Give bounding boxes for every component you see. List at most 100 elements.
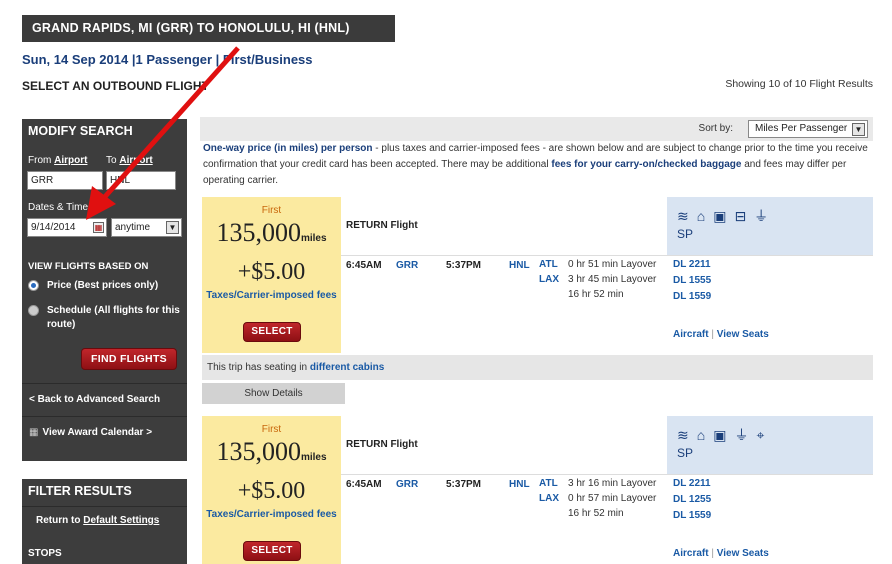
flight-number-link[interactable]: DL 1255 [673,492,711,508]
flight-number-link[interactable]: DL 2211 [673,257,711,273]
wifi-icon: ≋ [677,208,697,224]
from-airport-input[interactable]: GRR [27,171,103,190]
default-settings-link[interactable]: Default Settings [83,515,159,526]
taxes-fees-link[interactable]: Taxes/Carrier-imposed fees [202,289,341,302]
arrive-time: 5:37PM [446,260,482,271]
price-column: First 135,000miles +$5.00 Taxes/Carrier-… [202,197,341,353]
miles-price: 135,000miles [216,218,327,247]
cabin-label: First [261,424,282,435]
power-seat-icon: ⌂ [696,208,714,224]
wifi-icon: ≋ [677,427,697,443]
amenity-icons: ≋⌂▣⊟⏚ [677,206,776,226]
flight-header: RETURN Flight [341,197,667,255]
price-notice: One-way price (in miles) per person - pl… [203,143,868,186]
radio-unselected-icon[interactable] [28,305,39,316]
filter-results-panel: FILTER RESULTS Return to Default Setting… [22,479,187,564]
to-airport-link[interactable]: Airport [119,155,152,166]
taxes-fees-link[interactable]: Taxes/Carrier-imposed fees [202,508,341,521]
power-plug-icon: ⏚ [754,208,777,224]
power-seat-icon: ⌂ [696,427,714,443]
aircraft-links: Aircraft | View Seats [673,329,769,340]
flight-number-link[interactable]: DL 1559 [673,289,711,305]
select-outbound-heading: SELECT AN OUTBOUND FLIGHT [22,79,209,93]
calendar-icon[interactable]: ▦ [93,222,104,233]
seat-code: SP [677,227,694,241]
flight-number-link[interactable]: DL 1555 [673,273,711,289]
power-plug-icon: ⏚ [734,427,757,443]
view-award-calendar-link[interactable]: ▦ View Award Calendar > [22,416,187,449]
select-button[interactable]: SELECT [243,322,301,342]
seating-note: This trip has seating in different cabin… [202,355,873,380]
depart-time: 6:45AM [346,479,382,490]
fee-amount: +$5.00 [237,478,306,504]
view-flights-label: VIEW FLIGHTS BASED ON [28,261,149,272]
view-seats-link[interactable]: View Seats [717,329,769,340]
to-label: To Airport [106,155,153,166]
divider [341,474,873,475]
show-details-button[interactable]: Show Details [202,383,345,404]
depart-time: 6:45AM [346,260,382,271]
date-input[interactable]: 9/14/2014 ▦ [27,218,107,237]
sort-bar: Sort by: Miles Per Passenger ▼ [200,117,873,141]
select-button[interactable]: SELECT [243,541,301,561]
modify-search-title: MODIFY SEARCH [28,124,133,138]
seat-code: SP [677,446,694,460]
baggage-fees-link[interactable]: fees for your carry-on/checked baggage [551,159,741,170]
entertainment-icon: ▣ [713,427,735,443]
flat-bed-icon: ⊟ [734,208,755,224]
flight-type: RETURN Flight [346,220,418,231]
route-banner: GRAND RAPIDS, MI (GRR) TO HONOLULU, HI (… [22,15,395,42]
from-airport-link[interactable]: Airport [54,155,87,166]
radio-selected-icon[interactable] [28,280,39,291]
layover-row: ATL 3 hr 16 min Layover [539,478,657,489]
miles-price: 135,000miles [216,437,327,466]
schedule-option[interactable]: Schedule (All flights for this route) [28,304,183,332]
back-to-advanced-search-link[interactable]: < Back to Advanced Search [22,383,187,416]
from-label: From Airport [28,155,88,166]
amenities-box: ≋⌂▣⊟⏚ SP [667,197,873,255]
origin-code[interactable]: GRR [396,260,418,271]
fee-amount: +$5.00 [237,259,306,285]
time-select[interactable]: anytime ▼ [111,218,182,237]
sort-select[interactable]: Miles Per Passenger ▼ [748,120,868,138]
to-airport-input[interactable]: HNL [106,171,176,190]
return-default-row: Return to Default Settings [22,506,187,536]
layover-row: ATL 0 hr 51 min Layover [539,259,657,270]
flight-numbers: DL 2211 DL 1555 DL 1559 [673,257,711,305]
view-seats-link[interactable]: View Seats [717,548,769,559]
flight-type: RETURN Flight [346,439,418,450]
satellite-icon: ⌖ [756,427,773,443]
notice-lead: One-way price (in miles) per person [203,143,373,154]
cabin-label: First [261,205,282,216]
dates-time-label: Dates & Time [28,202,89,213]
aircraft-link[interactable]: Aircraft [673,329,709,340]
flight-result-card: First 135,000miles +$5.00 Taxes/Carrier-… [200,197,873,407]
results-count: Showing 10 of 10 Flight Results [725,78,873,90]
flight-numbers: DL 2211 DL 1255 DL 1559 [673,476,711,524]
flight-number-link[interactable]: DL 2211 [673,476,711,492]
price-column: First 135,000miles +$5.00 Taxes/Carrier-… [202,416,341,564]
amenity-icons: ≋⌂▣⏚⌖ [677,425,772,445]
layover-list: ATL 0 hr 51 min Layover LAX 3 hr 45 min La… [539,257,656,302]
destination-code[interactable]: HNL [509,260,530,271]
aircraft-links: Aircraft | View Seats [673,548,769,559]
different-cabins-link[interactable]: different cabins [310,362,384,373]
layover-row: LAX 0 hr 57 min Layover [539,493,657,504]
price-option[interactable]: Price (Best prices only) [28,279,183,293]
find-flights-button[interactable]: FIND FLIGHTS [81,348,177,370]
flight-result-card: First 135,000miles +$5.00 Taxes/Carrier-… [200,416,873,564]
destination-code[interactable]: HNL [509,479,530,490]
divider [341,255,873,256]
trip-info: Sun, 14 Sep 2014 |1 Passenger | First/Bu… [22,52,313,67]
total-duration: 16 hr 52 min [568,289,624,300]
total-duration: 16 hr 52 min [568,508,624,519]
arrive-time: 5:37PM [446,479,482,490]
amenities-box: ≋⌂▣⏚⌖ SP [667,416,873,474]
origin-code[interactable]: GRR [396,479,418,490]
aircraft-link[interactable]: Aircraft [673,548,709,559]
flight-number-link[interactable]: DL 1559 [673,508,711,524]
modify-search-panel: MODIFY SEARCH From Airport To Airport GR… [22,119,187,461]
filter-results-title: FILTER RESULTS [28,484,132,498]
calendar-grid-icon: ▦ [29,427,39,438]
entertainment-icon: ▣ [713,208,735,224]
